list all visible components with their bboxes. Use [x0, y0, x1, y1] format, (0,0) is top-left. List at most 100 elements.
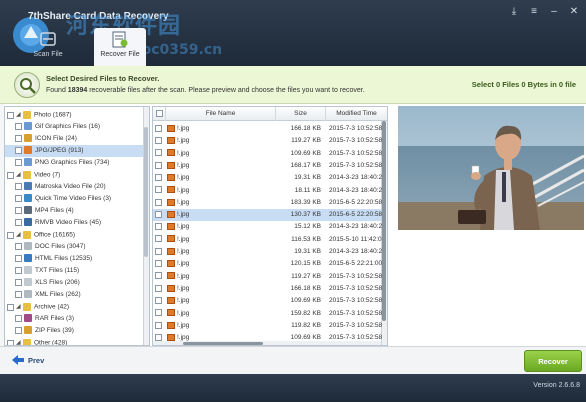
file-checkbox[interactable] [155, 173, 162, 181]
file-checkbox[interactable] [155, 333, 162, 341]
tree-checkbox[interactable] [15, 218, 22, 226]
file-row[interactable]: !.jpg 19.31 KB 2014-3-23 18:40:2 [153, 172, 382, 184]
tree-item[interactable]: Matroska Video File (20) [5, 181, 143, 193]
file-name: !.jpg [177, 248, 190, 255]
tree-checkbox[interactable] [15, 182, 22, 190]
file-row[interactable]: !.jpg 109.69 KB 2015-7-3 10:52:58 [153, 148, 382, 160]
prev-button[interactable]: Prev [12, 355, 44, 365]
tree-item[interactable]: XML Files (262) [5, 289, 143, 301]
tree-item[interactable]: RAR Files (3) [5, 313, 143, 325]
tree-checkbox[interactable] [15, 266, 22, 274]
file-row[interactable]: !.jpg 15.12 KB 2014-3-23 18:40:2 [153, 221, 382, 233]
tree-item-label: HTML Files (12535) [35, 255, 93, 262]
tab-scan-file[interactable]: Scan File [22, 28, 74, 66]
file-size: 166.18 KB [290, 284, 321, 292]
file-checkbox[interactable] [155, 161, 162, 169]
file-row[interactable]: !.jpg 159.82 KB 2015-7-3 10:52:58 [153, 308, 383, 320]
tree-checkbox[interactable] [15, 242, 22, 250]
tree-checkbox[interactable] [15, 122, 22, 130]
tree-checkbox[interactable] [15, 146, 22, 154]
tree-checkbox[interactable] [15, 326, 22, 334]
file-checkbox[interactable] [155, 272, 162, 280]
file-row[interactable]: !.jpg 109.69 KB 2015-7-3 10:52:58 [153, 295, 382, 307]
tree-checkbox[interactable] [15, 290, 22, 298]
tree-category[interactable]: ◢ Photo (1687) [5, 109, 143, 121]
column-size[interactable]: Size [275, 107, 325, 121]
file-checkbox[interactable] [155, 247, 162, 255]
tree-checkbox[interactable] [7, 231, 14, 239]
tree-item[interactable]: ZIP Files (39) [5, 325, 143, 337]
recover-button[interactable]: Recover [524, 350, 582, 372]
file-checkbox[interactable] [155, 309, 162, 317]
file-row[interactable]: !.jpg 116.53 KB 2015-5-10 11:42:0 [153, 234, 382, 246]
file-checkbox[interactable] [155, 210, 162, 218]
tree-checkbox[interactable] [15, 134, 22, 142]
file-checkbox[interactable] [155, 296, 162, 304]
file-row[interactable]: !.jpg 166.18 KB 2015-7-3 10:52:58 [153, 283, 382, 295]
file-row[interactable]: !.jpg 168.17 KB 2015-7-3 10:52:58 [153, 160, 382, 172]
expand-triangle-icon[interactable]: ◢ [16, 169, 23, 181]
file-checkbox[interactable] [155, 284, 162, 292]
file-checkbox[interactable] [155, 149, 162, 157]
tree-category[interactable]: ◢ Video (7) [5, 169, 143, 181]
header-select-all[interactable] [153, 107, 165, 121]
file-row[interactable]: !.jpg 183.39 KB 2015-6-5 22:20:58 [153, 197, 382, 209]
file-checkbox[interactable] [155, 321, 162, 329]
file-row[interactable]: !.jpg 130.37 KB 2015-6-5 22:20:58 [153, 209, 382, 222]
expand-triangle-icon[interactable]: ◢ [16, 337, 23, 345]
tree-item[interactable]: RMVB Video Files (45) [5, 217, 143, 229]
file-list-scrollbar-thumb[interactable] [382, 121, 386, 321]
file-row[interactable]: !.jpg 109.69 KB 2015-7-3 10:52:58 [153, 332, 382, 344]
tree-item[interactable]: PNG Graphics Files (734) [5, 157, 143, 169]
jpg-icon [24, 146, 32, 155]
download-icon[interactable]: ⤓ [508, 6, 520, 18]
tree-category[interactable]: ◢ Other (428) [5, 337, 143, 345]
expand-triangle-icon[interactable]: ◢ [16, 301, 23, 313]
tree-scrollbar-thumb[interactable] [144, 127, 148, 257]
tree-checkbox[interactable] [15, 314, 22, 322]
close-icon[interactable]: ✕ [568, 6, 580, 18]
file-row[interactable]: !.jpg 119.82 KB 2015-7-3 10:52:58 [153, 320, 382, 332]
file-row[interactable]: !.jpg 166.18 KB 2015-7-3 10:52:58 [153, 123, 382, 135]
tree-item[interactable]: Quick Time Video Files (3) [5, 193, 143, 205]
column-modified-time[interactable]: Modified Time [325, 107, 387, 121]
tree-checkbox[interactable] [15, 194, 22, 202]
menu-icon[interactable]: ≡ [528, 6, 540, 18]
tree-category[interactable]: ◢ Archive (42) [5, 301, 143, 313]
file-checkbox[interactable] [155, 223, 162, 231]
tree-item[interactable]: DOC Files (3047) [5, 241, 143, 253]
expand-triangle-icon[interactable]: ◢ [16, 229, 23, 241]
file-row[interactable]: !.jpg 120.15 KB 2015-6-5 22:21:00 [153, 258, 382, 270]
expand-triangle-icon[interactable]: ◢ [16, 109, 23, 121]
tree-item[interactable]: ICON File (24) [5, 133, 143, 145]
tree-checkbox[interactable] [15, 158, 22, 166]
file-checkbox[interactable] [155, 137, 162, 145]
file-checkbox[interactable] [155, 198, 162, 206]
tree-checkbox[interactable] [7, 303, 14, 311]
tab-recover-file[interactable]: Recover File [94, 28, 146, 66]
file-row[interactable]: !.jpg 119.27 KB 2015-7-3 10:52:58 [153, 135, 382, 147]
tree-item[interactable]: XLS Files (206) [5, 277, 143, 289]
tree-item[interactable]: MP4 Files (4) [5, 205, 143, 217]
tree-item[interactable]: TXT Files (115) [5, 265, 143, 277]
file-checkbox[interactable] [155, 124, 162, 132]
tree-scrollbar[interactable] [143, 107, 149, 345]
tree-checkbox[interactable] [15, 254, 22, 262]
tree-category[interactable]: ◢ Office (16165) [5, 229, 143, 241]
file-row[interactable]: !.jpg 18.11 KB 2014-3-23 18:40:2 [153, 185, 382, 197]
tree-checkbox[interactable] [15, 206, 22, 214]
file-row[interactable]: !.jpg 119.27 KB 2015-7-3 10:52:58 [153, 271, 382, 283]
file-checkbox[interactable] [155, 186, 162, 194]
minimize-icon[interactable]: – [548, 6, 560, 18]
tree-checkbox[interactable] [7, 171, 14, 179]
file-row[interactable]: !.jpg 19.31 KB 2014-3-23 18:40:2 [153, 246, 382, 258]
tree-checkbox[interactable] [7, 111, 14, 119]
column-file-name[interactable]: File Name [165, 107, 275, 121]
file-checkbox[interactable] [155, 260, 162, 268]
file-checkbox[interactable] [155, 235, 162, 243]
tree-checkbox[interactable] [15, 278, 22, 286]
file-modified-time: 2015-7-3 10:52:58 [329, 309, 383, 317]
tree-item[interactable]: JPG/JPEG (913) [5, 145, 143, 157]
tree-item[interactable]: Gif Graphics Files (16) [5, 121, 143, 133]
tree-item[interactable]: HTML Files (12535) [5, 253, 143, 265]
